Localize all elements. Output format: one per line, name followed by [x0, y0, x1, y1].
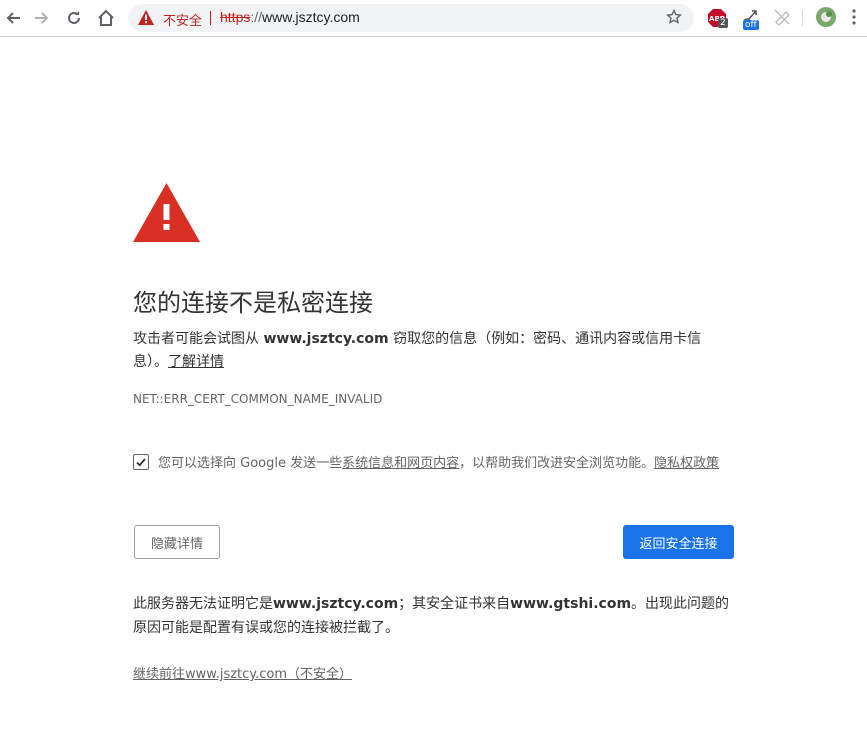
opt-in-text: 您可以选择向 Google 发送一些系统信息和网页内容，以帮助我们改进安全浏览功…	[158, 452, 719, 471]
opt-in-checkbox[interactable]	[133, 453, 149, 470]
details-text-pre: 此服务器无法证明它是	[133, 596, 273, 612]
url-scheme: https	[220, 9, 251, 25]
details-issuer: www.gtshi.com	[510, 596, 632, 612]
proxy-off-badge: off	[743, 20, 759, 30]
abp-badge: 2	[718, 18, 728, 28]
system-info-link[interactable]: 系统信息和网页内容	[342, 456, 459, 471]
back-button[interactable]	[2, 7, 24, 29]
toolbar-divider	[802, 10, 803, 26]
warning-triangle-icon	[133, 183, 200, 242]
menu-icon[interactable]	[851, 8, 857, 30]
safe-browsing-opt-in: 您可以选择向 Google 发送一些系统信息和网页内容，以帮助我们改进安全浏览功…	[133, 452, 719, 471]
opt-in-text-pre: 您可以选择向 Google 发送一些	[158, 456, 343, 471]
hide-details-button[interactable]: 隐藏详情	[134, 525, 220, 559]
details-text: 此服务器无法证明它是www.jsztcy.com；其安全证书来自www.gtsh…	[133, 592, 733, 640]
forward-arrow-icon	[35, 12, 49, 24]
disabled-extension-icon[interactable]	[773, 8, 791, 30]
reload-button[interactable]	[63, 7, 85, 29]
details-host: www.jsztcy.com	[273, 596, 399, 612]
profile-avatar[interactable]	[815, 6, 837, 32]
desc-host: www.jsztcy.com	[263, 331, 389, 347]
url-host: www.jsztcy.com	[262, 9, 360, 25]
forward-button[interactable]	[31, 7, 53, 29]
not-secure-warning-icon[interactable]	[138, 10, 154, 29]
abp-icon[interactable]: ABP 2	[707, 8, 729, 34]
bookmark-star-icon[interactable]	[665, 8, 683, 29]
checkmark-icon	[136, 457, 146, 467]
reload-icon	[68, 11, 80, 24]
url-separator: ://	[250, 9, 263, 25]
opt-in-text-post: ，以帮助我们改进安全浏览功能。	[459, 456, 655, 471]
security-status-label[interactable]: 不安全	[163, 10, 202, 29]
omnibox-divider	[210, 11, 211, 25]
address-bar[interactable]: 不安全 https://www.jsztcy.com	[128, 4, 694, 32]
back-to-safety-button[interactable]: 返回安全连接	[623, 525, 734, 559]
proxy-extension-icon[interactable]: off	[741, 8, 761, 32]
details-text-mid: ；其安全证书来自	[398, 596, 511, 612]
home-button[interactable]	[95, 7, 117, 29]
home-icon	[98, 9, 114, 26]
browser-toolbar: 不安全 https://www.jsztcy.com ABP 2 off	[0, 0, 867, 37]
proceed-unsafe-link[interactable]: 继续前往www.jsztcy.com（不安全）	[133, 663, 352, 682]
desc-text-pre: 攻击者可能会试图从	[133, 331, 264, 347]
learn-more-link[interactable]: 了解详情	[168, 354, 224, 370]
error-code: NET::ERR_CERT_COMMON_NAME_INVALID	[133, 392, 383, 406]
warning-description: 攻击者可能会试图从 www.jsztcy.com 窃取您的信息（例如：密码、通讯…	[133, 328, 733, 374]
privacy-policy-link[interactable]: 隐私权政策	[654, 456, 719, 471]
url-text[interactable]: https://www.jsztcy.com	[220, 9, 360, 25]
page-title: 您的连接不是私密连接	[133, 289, 373, 317]
back-arrow-icon	[6, 12, 20, 24]
